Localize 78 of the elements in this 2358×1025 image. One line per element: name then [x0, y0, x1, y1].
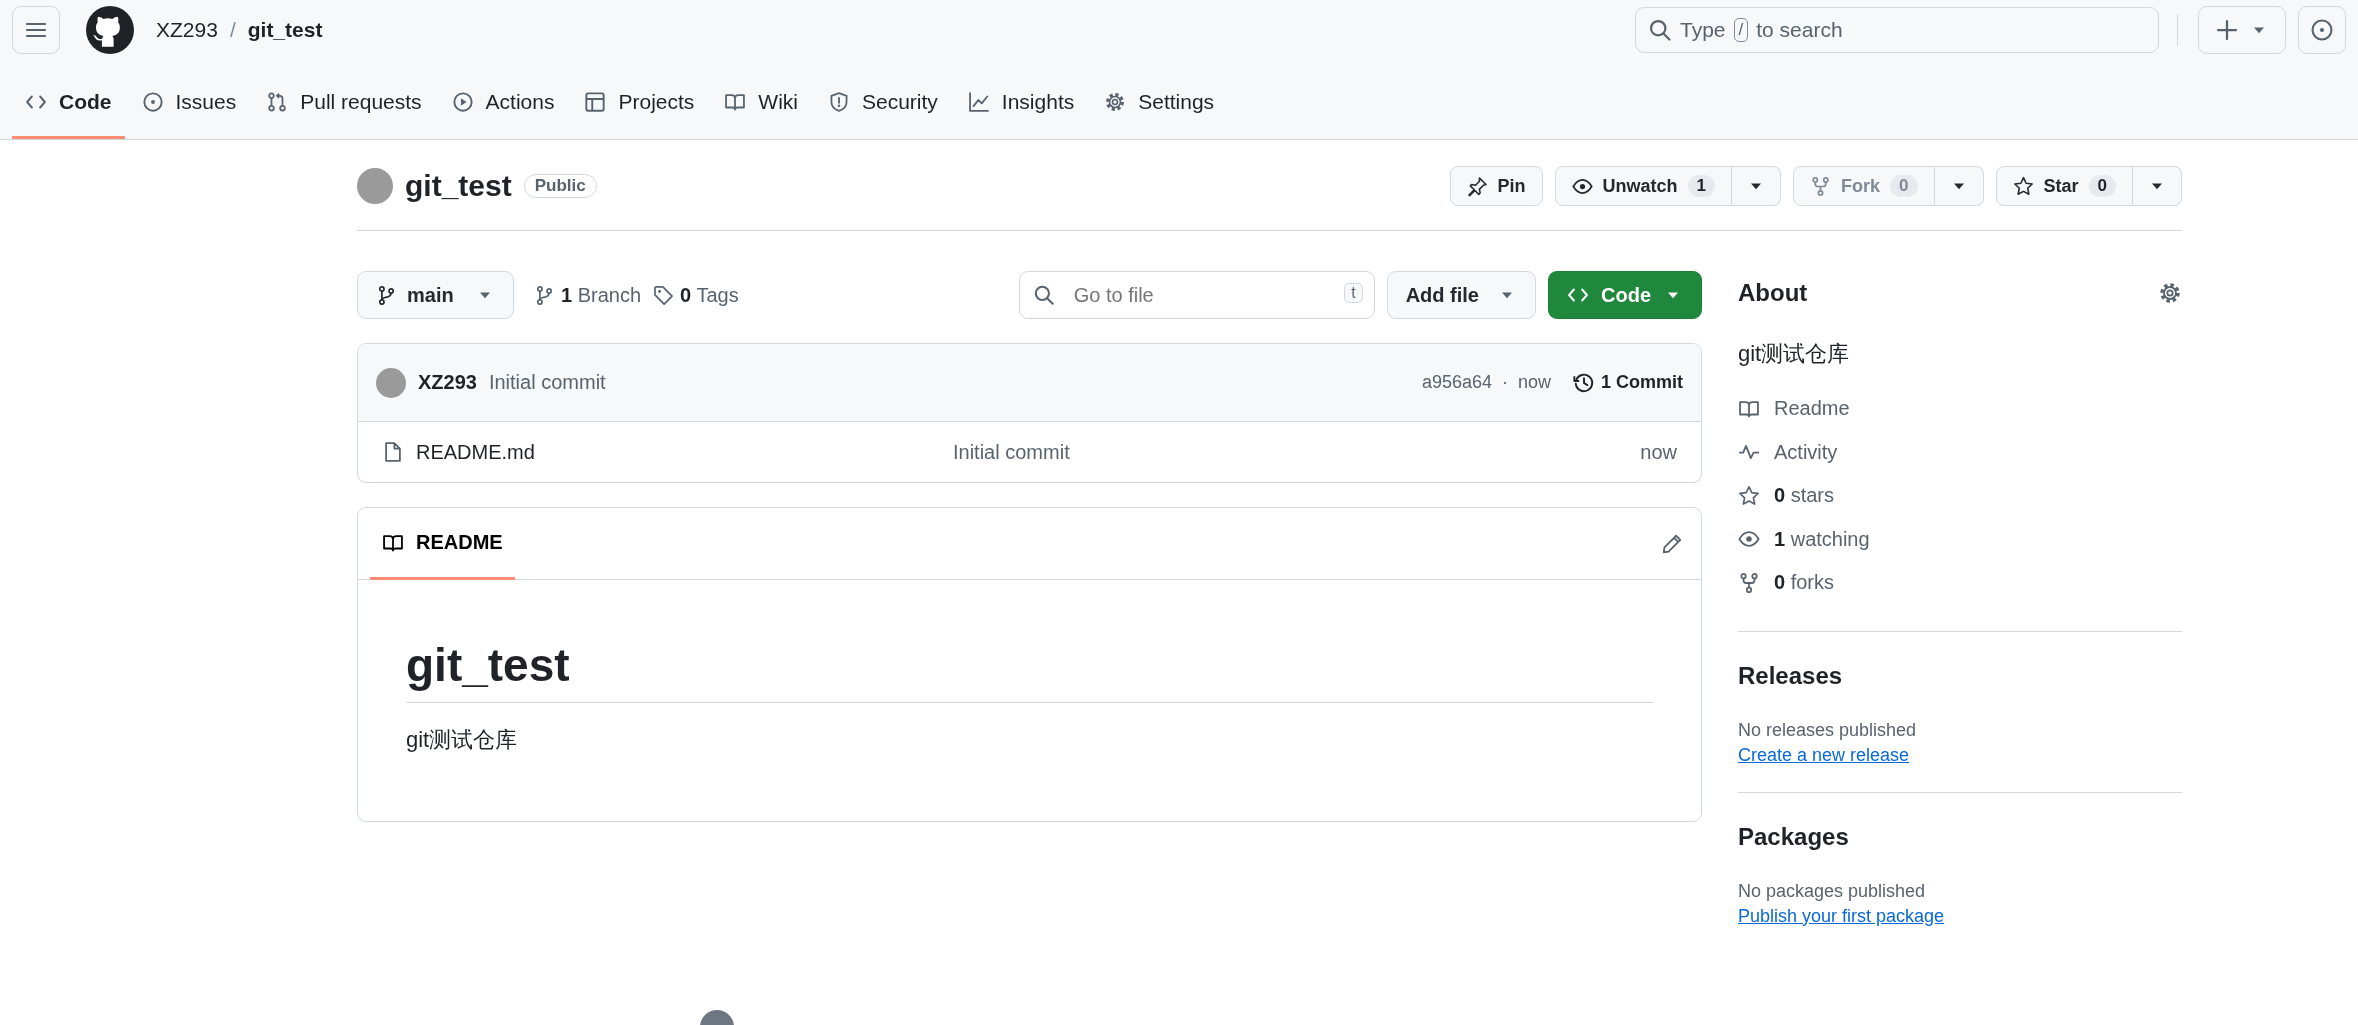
pull-request-icon	[266, 91, 289, 113]
about-link[interactable]: 0 forks	[1738, 561, 2182, 605]
tab[interactable]: Security	[815, 68, 951, 139]
about-link[interactable]: 0 stars	[1738, 474, 2182, 518]
readme-text: git测试仓库	[406, 726, 519, 754]
section-title: About	[1738, 279, 1808, 307]
tab[interactable]: Code	[12, 68, 125, 139]
tab[interactable]: Settings	[1091, 68, 1228, 139]
tab[interactable]: Insights	[954, 68, 1088, 139]
repo-action-button[interactable]: Star 0	[1995, 166, 2133, 206]
shield-icon	[828, 91, 850, 113]
about-link[interactable]: 1 watching	[1738, 517, 2182, 561]
about-link[interactable]: Activity	[1738, 430, 2182, 474]
create-new-button[interactable]	[2198, 6, 2286, 54]
breadcrumb-separator: /	[229, 18, 236, 42]
settings-button[interactable]	[2158, 281, 2182, 305]
add-file-button[interactable]: Add file	[1386, 271, 1536, 319]
gear-icon	[1104, 91, 1127, 113]
branch-icon	[534, 284, 555, 306]
pin-icon	[1466, 175, 1488, 197]
fork-icon	[1810, 175, 1832, 197]
plus-icon	[2215, 18, 2239, 42]
history-icon	[1573, 371, 1595, 394]
section-title: Releases	[1738, 661, 1844, 690]
gear-icon	[2158, 281, 2182, 305]
owner-link[interactable]: XZ293	[156, 18, 218, 42]
tab[interactable]: Projects	[571, 68, 708, 139]
file-name[interactable]: README.md	[416, 440, 953, 464]
file-icon	[382, 441, 404, 463]
commit-author[interactable]: XZ293	[418, 371, 477, 394]
star-icon	[1738, 484, 1760, 507]
repo-action-button[interactable]: Unwatch 1	[1554, 166, 1733, 206]
book-icon	[724, 91, 747, 113]
repo-title: git_test	[405, 169, 512, 203]
branch-icon	[376, 284, 397, 306]
menu-button[interactable]	[12, 6, 60, 54]
pencil-icon	[1661, 532, 1683, 555]
repo-description: git测试仓库	[1738, 340, 1851, 368]
code-button[interactable]: Code	[1548, 271, 1702, 319]
tag-icon	[653, 284, 675, 306]
circle-dot-icon	[141, 91, 164, 113]
tab[interactable]: Issues	[128, 68, 250, 139]
commit-time: now	[1517, 372, 1551, 393]
section-title: Packages	[1738, 822, 1850, 851]
publish-package-link[interactable]: Publish your first package	[1738, 905, 1945, 927]
empty-note: No packages published	[1738, 880, 1927, 902]
separator-dot: ·	[1501, 372, 1508, 393]
file-time: now	[1640, 440, 1677, 464]
search-icon	[1648, 18, 1672, 42]
readme-tab[interactable]: README	[370, 508, 515, 580]
logo-icon	[86, 6, 134, 54]
tab[interactable]: Actions	[438, 68, 568, 139]
avatar	[357, 168, 393, 204]
commit-hash[interactable]: a956a64	[1421, 372, 1492, 393]
commit-message[interactable]: Initial commit	[488, 371, 606, 394]
fork-icon	[1738, 571, 1760, 594]
branch-select[interactable]: main	[357, 271, 514, 319]
tab[interactable]: Wiki	[711, 68, 811, 139]
about-link[interactable]: Readme	[1738, 387, 2182, 431]
issue-icon	[2310, 18, 2334, 42]
repo-action-button[interactable]: Pin	[1449, 166, 1543, 206]
readme-heading: git_test	[406, 638, 1653, 703]
play-icon	[451, 91, 474, 113]
repo-link[interactable]: git_test	[247, 18, 323, 42]
search-field[interactable]: Type / to search	[1635, 7, 2159, 53]
branches-link[interactable]: 1 Branch	[534, 283, 642, 307]
issues-button[interactable]	[2298, 6, 2346, 54]
empty-note: No releases published	[1738, 719, 1918, 741]
table-icon	[584, 91, 607, 113]
tab[interactable]: Pull requests	[253, 68, 435, 139]
file-commit-message[interactable]: Initial commit	[953, 440, 1070, 464]
shortcut-key: t	[1344, 283, 1363, 303]
tags-link[interactable]: 0 Tags	[653, 283, 739, 307]
create-release-link[interactable]: Create a new release	[1738, 744, 1910, 766]
graph-icon	[967, 91, 990, 113]
star-icon	[2012, 175, 2034, 197]
avatar	[376, 367, 406, 398]
commits-link[interactable]: 1 Commit	[1573, 371, 1683, 394]
